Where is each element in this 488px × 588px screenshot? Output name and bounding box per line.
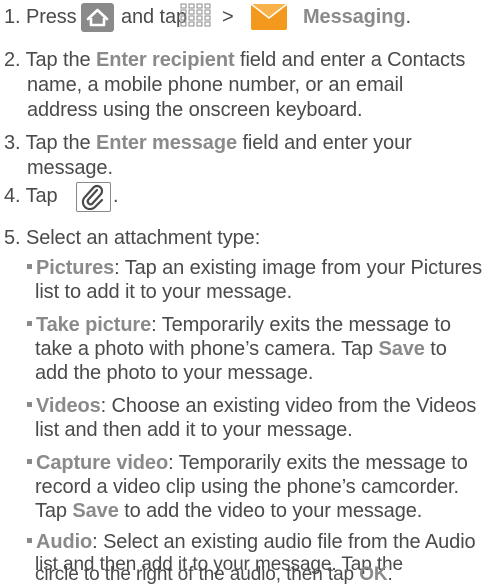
step-1-and-tap: and tap (121, 5, 187, 30)
bullet-label: Audio (36, 531, 93, 553)
step-number: 1. (4, 6, 21, 28)
step-5: 5. Select an attachment type: (4, 226, 260, 251)
bullet-text: : Tap an existing image from your Pictur… (114, 257, 482, 279)
step-1-gt: > (222, 5, 234, 30)
bullet-audio: Audio: Select an existing audio file fro… (27, 530, 476, 555)
bullet-videos-line-2: list and then add it to your message. (35, 419, 353, 441)
bullet-label: Videos (36, 395, 101, 417)
period: . (405, 6, 411, 28)
bullet-label: Take picture (36, 314, 152, 336)
home-icon (81, 3, 114, 32)
step-text: Tap the (25, 132, 91, 154)
bullet-square-icon (27, 459, 32, 465)
save-keyword: Save (378, 338, 425, 360)
bullet-videos: Videos: Choose an existing video from th… (27, 394, 476, 419)
bullet-text: : Temporarily exits the message to (151, 314, 451, 336)
step-number: 5. (4, 227, 21, 249)
step-text: field and enter your (242, 132, 412, 154)
bullet-text: circle to the right of the audio, then t… (35, 564, 355, 585)
step-4: 4. Tap (4, 184, 58, 209)
step-text: Press (25, 6, 77, 28)
step-number: 2. (4, 49, 21, 71)
bullet-take-picture: Take picture: Temporarily exits the mess… (27, 313, 451, 338)
bullet-text: to (430, 338, 447, 360)
step-1-messaging: Messaging. (303, 5, 411, 30)
bullet-square-icon (27, 402, 32, 408)
step-text: Select an attachment type: (25, 227, 261, 249)
bullet-take-picture-line-3: add the photo to your message. (35, 362, 314, 384)
bullet-text: : Temporarily exits the message to (168, 452, 468, 474)
bullet-take-picture-line-2: take a photo with phone’s camera. Tap Sa… (35, 337, 447, 362)
bullet-label: Pictures (36, 257, 115, 279)
step-1: 1. Press (4, 5, 77, 30)
bullet-square-icon (27, 264, 32, 270)
step-number: 3. (4, 132, 21, 154)
and-tap-text: and tap (121, 6, 188, 28)
paperclip-icon (76, 182, 111, 212)
step-text: field and enter a Contacts (239, 49, 466, 71)
bullet-capture-video-line-3: Tap Save to add the video to your messag… (35, 499, 422, 524)
bullet-label: Capture video (36, 452, 169, 474)
step-2-line-3: address using the onscreen keyboard. (27, 99, 363, 121)
ok-keyword: OK (359, 564, 388, 585)
period: . (387, 564, 393, 585)
step-text: Tap (25, 185, 58, 207)
bullet-audio-line-3-visible: circle to the right of the audio, then t… (35, 564, 393, 586)
bullet-text: Tap (35, 500, 67, 522)
apps-grid-icon (180, 3, 211, 27)
bullet-pictures-line-2: list to add it to your message. (35, 281, 293, 303)
bullet-capture-video: Capture video: Temporarily exits the mes… (27, 451, 468, 476)
bullet-text: : Choose an existing video from the Vide… (100, 395, 477, 417)
messaging-app-icon (250, 2, 288, 32)
bullet-text: take a photo with phone’s camera. Tap (35, 338, 374, 360)
bullet-text: to add the video to your message. (124, 500, 423, 522)
arrow-gt: > (222, 6, 234, 28)
bullet-pictures: Pictures: Tap an existing image from you… (27, 256, 482, 281)
step-3: 3. Tap the Enter message field and enter… (4, 131, 412, 156)
enter-message-keyword: Enter message (95, 132, 237, 154)
step-text: Tap the (25, 49, 91, 71)
bullet-text: : Select an existing audio file from the… (92, 531, 476, 553)
bullet-capture-video-line-2: record a video clip using the phone’s ca… (35, 476, 459, 498)
step-4-period: . (113, 185, 119, 207)
bullet-square-icon (27, 321, 32, 327)
step-2-line-2: name, a mobile phone number, or an email (27, 74, 404, 96)
bullet-square-icon (27, 538, 32, 544)
step-number: 4. (4, 185, 21, 207)
enter-recipient-keyword: Enter recipient (95, 49, 235, 71)
step-2: 2. Tap the Enter recipient field and ent… (4, 48, 465, 73)
save-keyword: Save (72, 500, 119, 522)
messaging-keyword: Messaging (303, 6, 406, 28)
